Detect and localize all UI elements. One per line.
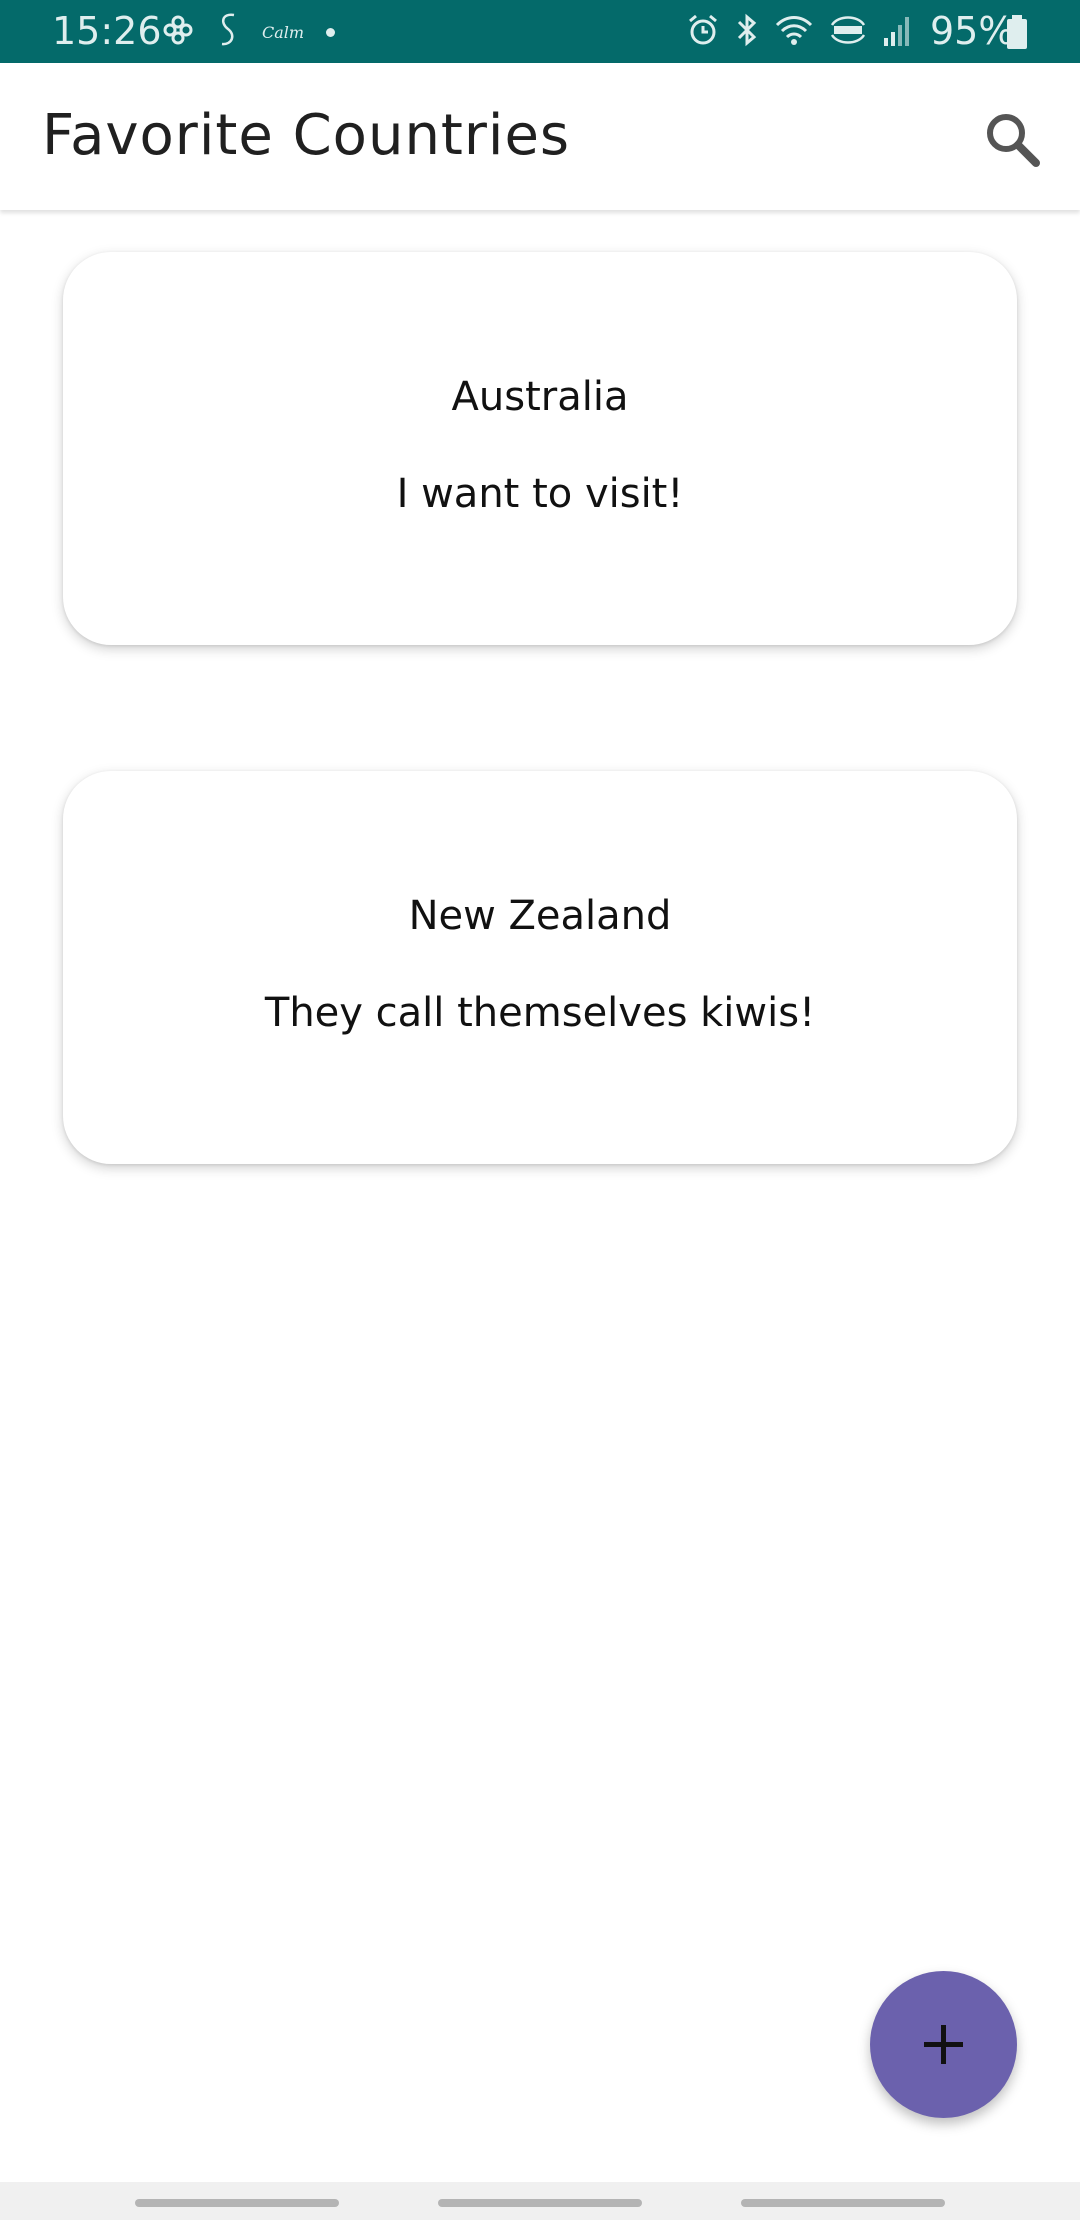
- search-icon: [987, 114, 1040, 167]
- bluetooth-icon: [734, 12, 760, 52]
- s-health-icon: [216, 11, 240, 53]
- nav-home-handle[interactable]: [438, 2199, 642, 2207]
- wifi-icon: [774, 13, 814, 51]
- search-button[interactable]: [978, 105, 1048, 175]
- calm-app-icon: Calm: [262, 22, 305, 42]
- nav-recents-handle[interactable]: [135, 2199, 339, 2207]
- card-title: New Zealand: [408, 893, 672, 939]
- battery-icon: [1006, 15, 1028, 53]
- volte-icon: [828, 13, 868, 51]
- country-card[interactable]: New Zealand They call themselves kiwis!: [63, 771, 1017, 1164]
- status-right-icons: [686, 10, 912, 54]
- nav-back-handle[interactable]: [741, 2199, 945, 2207]
- app-bar: Favorite Countries: [0, 63, 1080, 210]
- pinwheel-icon: [162, 14, 194, 50]
- battery-percentage: 95%: [930, 9, 1015, 53]
- card-note: I want to visit!: [396, 471, 684, 517]
- plus-icon: [924, 2025, 963, 2064]
- navigation-bar: [0, 2182, 1080, 2220]
- signal-icon: [882, 14, 912, 50]
- page-title: Favorite Countries: [42, 103, 571, 168]
- add-country-button[interactable]: [870, 1971, 1017, 2118]
- alarm-icon: [686, 13, 720, 51]
- status-bar: 15:26 Calm 95%: [0, 0, 1080, 63]
- card-title: Australia: [451, 374, 629, 420]
- card-note: They call themselves kiwis!: [264, 990, 816, 1036]
- notification-dot-icon: [326, 27, 336, 37]
- country-card[interactable]: Australia I want to visit!: [63, 252, 1017, 645]
- status-time: 15:26: [52, 9, 162, 53]
- status-left-icons: Calm: [162, 10, 336, 54]
